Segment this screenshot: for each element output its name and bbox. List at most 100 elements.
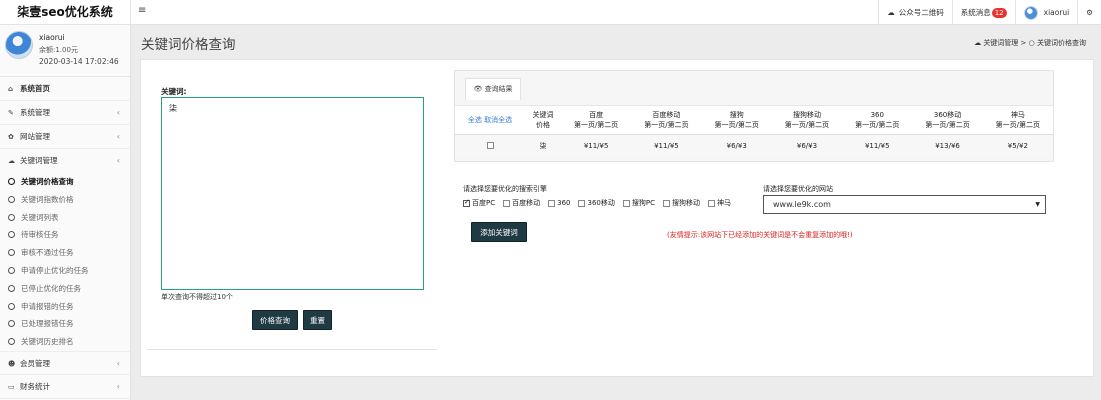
chevron-down-icon: ‹ bbox=[116, 156, 120, 165]
circle-icon bbox=[8, 266, 15, 274]
sidebar-item-members[interactable]: ☻ 会员管理 ‹ bbox=[0, 350, 130, 375]
engine-checkbox[interactable] bbox=[707, 199, 715, 207]
sidebar-item-finance[interactable]: ▭ 财务统计 ‹ bbox=[0, 375, 130, 399]
profile-name: xiaorui bbox=[39, 33, 65, 42]
engine-checkbox[interactable] bbox=[503, 199, 511, 207]
user-menu[interactable]: xiaorui bbox=[1014, 0, 1078, 25]
page-title: 关键词价格查询 bbox=[141, 37, 236, 53]
engine-checkbox[interactable] bbox=[662, 199, 670, 207]
sidebar-item-home[interactable]: ⌂ 系统首页 bbox=[0, 77, 130, 101]
credit-card-icon: ▭ bbox=[8, 382, 15, 391]
circle-icon bbox=[8, 195, 15, 203]
caret-down-icon: ▼ bbox=[1035, 201, 1040, 208]
table-cell: ¥5/¥2 bbox=[982, 134, 1053, 157]
price-query-button[interactable]: 价格查询 bbox=[252, 310, 298, 330]
chevron-left-icon: ‹ bbox=[116, 358, 120, 368]
circle-icon bbox=[8, 302, 15, 310]
engine-option-360[interactable]: 360 bbox=[548, 199, 570, 207]
messages-label: 系统消息 bbox=[960, 8, 991, 17]
column-header: 搜狗移动 第一页/第二页 bbox=[771, 105, 843, 135]
sidebar-subitem-rank-history[interactable]: 关键词历史排名 bbox=[0, 333, 130, 351]
top-bar: 柒壹seo优化系统 ≡ ☁ 公众号二维码 系统消息 12 xiaorui ⚙ bbox=[0, 0, 1101, 25]
site-select[interactable]: www.le9k.com ▼ bbox=[763, 195, 1046, 214]
column-header: 关键词 价格 bbox=[525, 105, 561, 135]
sidebar-item-label: 系统首页 bbox=[20, 84, 50, 93]
column-header: 百度移动 第一页/第二页 bbox=[631, 105, 702, 135]
sidebar-subitem-label: 申请停止优化的任务 bbox=[21, 265, 89, 275]
sidebar-subitem-label: 关键词指数价格 bbox=[21, 194, 74, 204]
deselect-all-link[interactable]: 取消全选 bbox=[484, 116, 512, 124]
column-header: 360移动 第一页/第二页 bbox=[912, 105, 983, 135]
column-header: 神马 第一页/第二页 bbox=[982, 105, 1053, 135]
engine-option-360-mobile[interactable]: 360移动 bbox=[578, 198, 615, 208]
sidebar-subitem-rejected[interactable]: 审核不通过任务 bbox=[0, 244, 130, 262]
breadcrumb: ☁ 关键词管理 > ○ 关键词价格查询 bbox=[974, 38, 1086, 48]
row-checkbox[interactable] bbox=[486, 142, 494, 150]
engine-option-baidu-mobile[interactable]: 百度移动 bbox=[503, 198, 540, 208]
gear-icon: ✿ bbox=[8, 133, 14, 141]
gear-icon: ⚙ bbox=[1086, 8, 1093, 17]
cloud-icon: ☁ bbox=[974, 39, 982, 47]
add-keyword-button[interactable]: 添加关键词 bbox=[471, 222, 527, 242]
breadcrumb-parent[interactable]: 关键词管理 bbox=[983, 39, 1018, 47]
tab-query-result[interactable]: 👁 查询结果 bbox=[465, 78, 521, 100]
sidebar-nav: ⌂ 系统首页 ✎ 系统管理 ‹ ✿ 网站管理 ‹ ☁ 关键词管理 ‹ 关键词价格查询 关… bbox=[0, 77, 130, 399]
keyword-textarea[interactable]: 柒 bbox=[161, 97, 424, 290]
avatar bbox=[5, 31, 33, 59]
breadcrumb-current: 关键词价格查询 bbox=[1037, 39, 1086, 47]
sidebar-subitem-price-query[interactable]: 关键词价格查询 bbox=[0, 173, 130, 191]
sidebar-subitem-index-price[interactable]: 关键词指数价格 bbox=[0, 191, 130, 209]
sidebar-subitem-error-request[interactable]: 申请报错的任务 bbox=[0, 298, 130, 316]
cloud-icon: ☁ bbox=[8, 157, 15, 165]
profile-time: 2020-03-14 17:02:46 bbox=[39, 57, 119, 66]
table-cell: ¥6/¥3 bbox=[771, 134, 843, 157]
breadcrumb-separator: > bbox=[1020, 39, 1027, 47]
reset-button[interactable]: 重置 bbox=[303, 310, 332, 330]
table-cell: ¥6/¥3 bbox=[701, 134, 772, 157]
sidebar-subitem-label: 待审核任务 bbox=[21, 230, 59, 240]
sidebar-item-label: 关键词管理 bbox=[20, 156, 58, 165]
engine-option-label: 360 bbox=[557, 199, 571, 207]
menu-toggle-icon[interactable]: ≡ bbox=[138, 5, 146, 16]
engine-checkbox[interactable] bbox=[463, 198, 470, 207]
engine-option-sogou-pc[interactable]: 搜狗PC bbox=[622, 198, 655, 208]
settings-button[interactable]: ⚙ bbox=[1077, 0, 1101, 25]
brand-title[interactable]: 柒壹seo优化系统 bbox=[0, 0, 131, 25]
sidebar-item-system[interactable]: ✎ 系统管理 ‹ bbox=[0, 101, 130, 125]
sidebar-item-keywords[interactable]: ☁ 关键词管理 ‹ bbox=[0, 149, 130, 173]
engine-option-baidu-pc[interactable]: 百度PC bbox=[463, 198, 495, 208]
sidebar-subitem-label: 关键词列表 bbox=[21, 212, 59, 222]
sidebar: xiaorui 余额:1.00元 2020-03-14 17:02:46 ⌂ 系统… bbox=[0, 25, 131, 400]
chevron-left-icon: ‹ bbox=[116, 108, 120, 117]
circle-icon bbox=[8, 178, 15, 185]
sidebar-subitem-keyword-list[interactable]: 关键词列表 bbox=[0, 209, 130, 227]
sidebar-subitem-pending[interactable]: 待审核任务 bbox=[0, 226, 130, 244]
sidebar-subitem-stop-request[interactable]: 申请停止优化的任务 bbox=[0, 262, 130, 280]
engine-option-sogou-mobile[interactable]: 搜狗移动 bbox=[662, 198, 700, 208]
sidebar-subitem-stopped[interactable]: 已停止优化的任务 bbox=[0, 280, 130, 298]
chevron-left-icon: ‹ bbox=[116, 381, 120, 391]
table-cell: ¥11/¥5 bbox=[842, 134, 913, 157]
user-avatar bbox=[1023, 5, 1038, 20]
home-icon: ⌂ bbox=[8, 85, 14, 93]
qrcode-link[interactable]: ☁ 公众号二维码 bbox=[878, 0, 952, 25]
keyword-help-text: 单次查询不得超过10个 bbox=[161, 293, 233, 301]
sidebar-subitem-error-handled[interactable]: 已处理报错任务 bbox=[0, 315, 130, 333]
select-all-link[interactable]: 全选 bbox=[468, 116, 482, 124]
sidebar-item-sites[interactable]: ✿ 网站管理 ‹ bbox=[0, 125, 130, 149]
keyword-label: 关键词: bbox=[161, 87, 187, 96]
user-profile: xiaorui 余额:1.00元 2020-03-14 17:02:46 bbox=[0, 25, 130, 77]
sidebar-subitem-label: 关键词价格查询 bbox=[21, 177, 74, 186]
messages-link[interactable]: 系统消息 12 bbox=[951, 0, 1015, 25]
engine-option-shenma[interactable]: 神马 bbox=[707, 198, 731, 208]
engine-checkbox[interactable] bbox=[622, 199, 630, 207]
circle-icon: ○ bbox=[1028, 39, 1035, 47]
messages-badge: 12 bbox=[991, 7, 1007, 18]
sidebar-item-label: 网站管理 bbox=[20, 132, 50, 141]
circle-icon bbox=[8, 231, 15, 239]
sidebar-subitem-label: 审核不通过任务 bbox=[21, 248, 74, 258]
engine-checkbox[interactable] bbox=[578, 199, 586, 207]
tip-text: (友情提示:该网站下已经添加的关键词是不会重复添加的哦!) bbox=[667, 231, 853, 239]
engine-checkbox-group: 百度PC 百度移动 360 360移动 搜狗PC 搜狗移动 神马 bbox=[463, 198, 739, 208]
engine-checkbox[interactable] bbox=[548, 199, 556, 207]
